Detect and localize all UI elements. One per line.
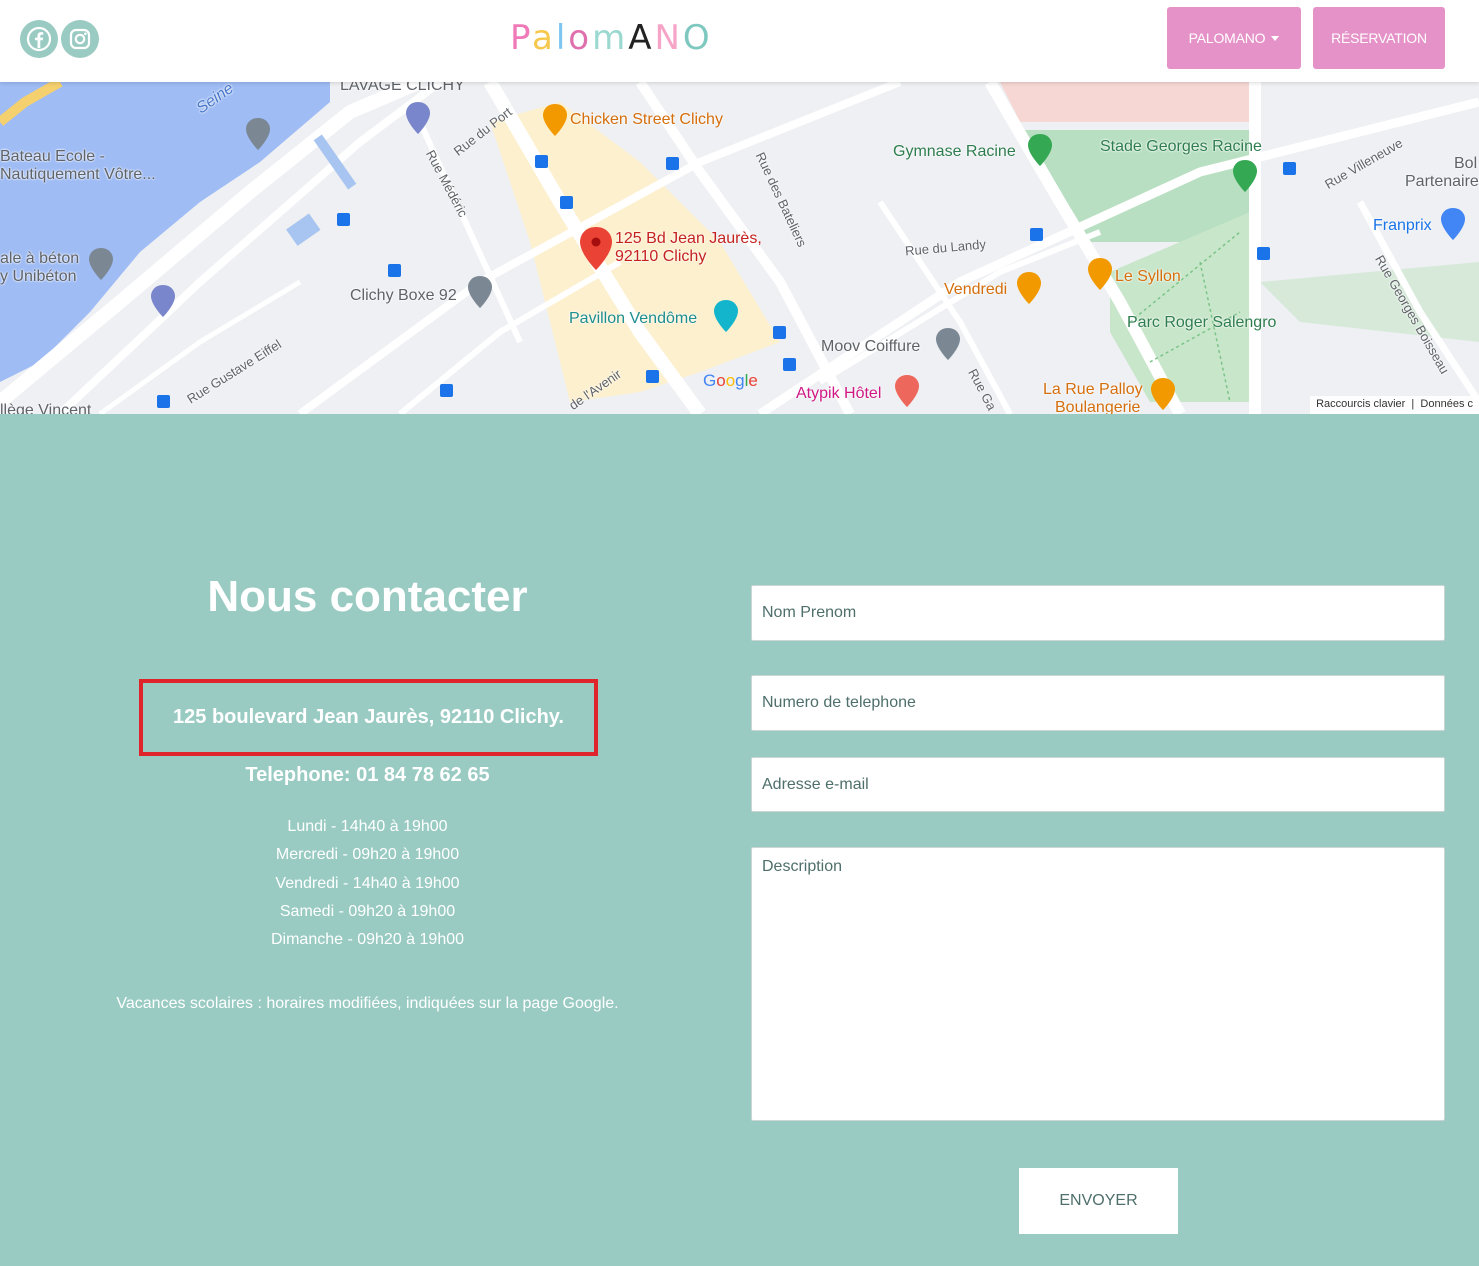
- map-label-beton-2: y Unibéton: [0, 268, 77, 285]
- hours-monday: Lundi - 14h40 à 19h00: [287, 818, 448, 835]
- map-label-stade: Stade Georges Racine: [1100, 138, 1262, 155]
- palomano-menu-label: PALOMANO: [1188, 30, 1266, 46]
- logo-letter: N: [654, 18, 683, 58]
- map-label-bateau-2: Nautiquement Vôtre...: [0, 166, 156, 183]
- email-field[interactable]: [751, 757, 1445, 812]
- holidays-note: Vacances scolaires : horaires modifiées,…: [116, 995, 619, 1012]
- map-label-vendredi: Vendredi: [944, 281, 1008, 298]
- instagram-icon: [69, 28, 91, 50]
- map-label-parc: Parc Roger Salengro: [1127, 314, 1277, 331]
- address-highlight-box: 125 boulevard Jean Jaurès, 92110 Clichy.: [139, 679, 598, 756]
- map-label-partenaire: Partenaire: [1405, 173, 1479, 190]
- site-header: PalomANO PALOMANO RÉSERVATION: [0, 0, 1479, 82]
- logo-letter: P: [510, 18, 532, 58]
- reservation-label: RÉSERVATION: [1331, 30, 1427, 46]
- hours-sunday: Dimanche - 09h20 à 19h00: [270, 931, 465, 949]
- logo-letter: o: [568, 18, 593, 58]
- logo-letter: m: [592, 18, 629, 58]
- reservation-button[interactable]: RÉSERVATION: [1313, 7, 1445, 69]
- map-label-moov: Moov Coiffure: [821, 338, 921, 355]
- map-label-lycee: llège Vincent: [0, 402, 92, 414]
- logo-letter: l: [555, 18, 569, 58]
- send-button[interactable]: ENVOYER: [1019, 1168, 1178, 1234]
- map-label-lavage: LAVAGE CLICHY: [340, 82, 465, 94]
- map-label-chicken: Chicken Street Clichy: [570, 111, 723, 128]
- hours-friday: Vendredi - 14h40 à 19h00: [275, 874, 460, 892]
- instagram-link[interactable]: [61, 20, 99, 58]
- map-label-bateau-1: Bateau Ecole -: [0, 148, 105, 165]
- map-label-pavillon: Pavillon Vendôme: [569, 310, 698, 327]
- map-label-palloy-2: Boulangerie: [1055, 399, 1141, 414]
- name-field[interactable]: [751, 585, 1445, 641]
- caret-down-icon: [1271, 35, 1280, 41]
- map-label-clichy-boxe: Clichy Boxe 92: [350, 287, 457, 304]
- description-field[interactable]: [751, 847, 1445, 1121]
- google-logo[interactable]: Google: [703, 371, 758, 391]
- hours-wednesday: Mercredi - 09h20 à 19h00: [275, 846, 460, 864]
- map-label-beton-1: ale à béton: [0, 250, 80, 267]
- map-data-link[interactable]: Données c: [1420, 398, 1473, 410]
- opening-hours: Lundi - 14h40 à 19h00 Mercredi - 09h20 à…: [140, 815, 595, 956]
- address-text: 125 boulevard Jean Jaurès, 92110 Clichy.: [173, 706, 564, 728]
- hours-saturday: Samedi - 09h20 à 19h00: [279, 902, 456, 920]
- phone-field[interactable]: [751, 675, 1445, 731]
- keyboard-shortcuts-link[interactable]: Raccourcis clavier: [1316, 398, 1405, 410]
- map-label-atypik: Atypik Hôtel: [796, 385, 882, 402]
- map-footer: Raccourcis clavier | Données c: [1310, 396, 1479, 414]
- palomano-menu-button[interactable]: PALOMANO: [1167, 7, 1301, 69]
- map-label-gymnase: Gymnase Racine: [893, 143, 1016, 160]
- map-label-marker-2: 92110 Clichy: [615, 248, 707, 265]
- map-label-franprix: Franprix: [1373, 217, 1432, 234]
- map-canvas: [0, 82, 1479, 414]
- map-label-le-syllon: Le Syllon: [1115, 268, 1181, 285]
- map-label-bol: Bol: [1454, 155, 1478, 172]
- map-label-marker-1: 125 Bd Jean Jaurès,: [615, 230, 762, 247]
- facebook-icon: [26, 26, 52, 52]
- map-label-palloy-1: La Rue Palloy: [1043, 381, 1143, 398]
- site-logo[interactable]: PalomANO: [510, 18, 713, 58]
- logo-letter: O: [682, 18, 713, 58]
- facebook-link[interactable]: [20, 20, 58, 58]
- logo-letter: a: [531, 18, 556, 58]
- google-map[interactable]: LAVAGE CLICHY Seine Bateau Ecole - Nauti…: [0, 82, 1479, 414]
- contact-title: Nous contacter: [207, 572, 528, 621]
- phone-text: Telephone: 01 84 78 62 65: [245, 764, 490, 786]
- logo-letter: A: [628, 18, 655, 58]
